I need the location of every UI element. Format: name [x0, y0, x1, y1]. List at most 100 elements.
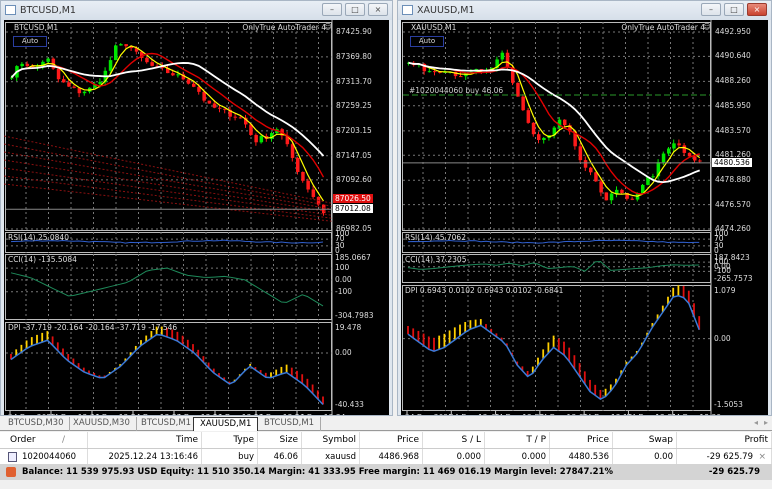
candle: [677, 143, 681, 146]
candle: [500, 52, 505, 60]
close-order-icon[interactable]: ×: [758, 449, 766, 465]
time-axis-label: 24 Dec 13:05: [538, 413, 588, 415]
price-axis-label: 87203.15: [336, 125, 372, 135]
candle: [667, 148, 671, 154]
candle: [698, 160, 702, 162]
candle: [604, 192, 609, 201]
candle: [108, 60, 113, 71]
btcusd-chart-window[interactable]: BTCUSD,M1 – □ × 87425.90 87369.80 87313.70…: [0, 0, 393, 416]
chart-tabs: BTCUSD,M30 XAUUSD,M30 BTCUSD,M1 XAUUSD,M…: [0, 416, 772, 431]
row-cell-5: 4486.968: [360, 449, 423, 464]
column-header-0[interactable]: Order: [0, 432, 88, 448]
scroll-right-icon[interactable]: ▸: [764, 418, 768, 427]
dpi-axis-label: -40.433: [335, 400, 364, 409]
time-axis-label: 24 Dec 13:34: [295, 413, 345, 415]
candle: [537, 134, 541, 140]
row-cell-9: 0.00: [613, 449, 677, 464]
tab-xauusd-m30[interactable]: XAUUSD,M30: [67, 417, 137, 431]
xauusd-chart-window[interactable]: XAUUSD,M1 – □ × 4492.950 4490.640 4488.260…: [397, 0, 772, 416]
auto-trading-button[interactable]: Auto: [13, 36, 47, 47]
window-title-bar[interactable]: BTCUSD,M1 – □ ×: [1, 1, 392, 20]
time-axis-label: 24 Dec 12:57: [494, 413, 544, 415]
column-header-1[interactable]: Time: [88, 432, 202, 448]
candle: [56, 68, 61, 80]
tab-xauusd-m1[interactable]: XAUUSD,M1: [193, 417, 259, 431]
table-row[interactable]: 1020044060 2025.12.24 13:16:46 buy 46.06 xau…: [0, 449, 772, 465]
candle: [682, 145, 687, 153]
column-header-9[interactable]: Swap: [613, 432, 677, 448]
trade-history-line: [4, 135, 333, 204]
candle: [150, 62, 154, 66]
price-axis-label: 4476.570: [715, 199, 751, 209]
candle: [119, 44, 123, 46]
minimize-button[interactable]: –: [322, 3, 342, 16]
row-cell-6: 0.000: [423, 449, 485, 464]
candle: [238, 117, 243, 119]
column-header-3[interactable]: Size: [258, 432, 302, 448]
time-axis-label: 24 Dec 2025: [405, 413, 453, 415]
cci-label: CCI(14) 37.2305: [405, 255, 467, 264]
candle: [259, 136, 264, 143]
column-header-4[interactable]: Symbol: [302, 432, 360, 448]
chart-area[interactable]: 4492.950 4490.640 4488.260 4485.950 4483.570…: [401, 20, 768, 415]
sort-indicator: /: [62, 435, 66, 445]
candle: [459, 76, 463, 78]
candle: [82, 91, 87, 94]
order-line-label: #1020044060 buy 46.06: [409, 86, 504, 96]
candle: [615, 189, 619, 194]
column-header-7[interactable]: T / P: [485, 432, 550, 448]
row-cell-4: xauusd: [302, 449, 360, 464]
scroll-left-icon[interactable]: ◂: [754, 418, 758, 427]
price-axis-label: 4478.880: [715, 175, 751, 185]
current-price-tag: 87012.08: [333, 204, 373, 214]
time-axis-label: 24 Dec 13:21: [626, 413, 676, 415]
dpi-line: [407, 294, 700, 400]
price-axis-label: 4485.950: [715, 100, 751, 110]
price-axis-label: 87259.25: [336, 100, 372, 110]
candle: [578, 146, 583, 161]
rsi-label: RSI(14) 25.0840: [8, 233, 69, 242]
candle: [67, 82, 71, 87]
tab-btcusd-m1-2[interactable]: BTCUSD,M1: [258, 417, 322, 431]
balance-row: Balance: 11 539 975.93 USD Equity: 11 51…: [0, 464, 772, 480]
candle: [609, 193, 614, 201]
time-axis-label: 24 Dec 12:49: [449, 413, 499, 415]
cci-axis-label: -265.7573: [714, 274, 753, 283]
bid-price-tag: 87026.50: [333, 194, 373, 204]
candle: [171, 73, 175, 76]
trade-table: Order Time Type Size Symbol Price S / LT / P Pr…: [0, 432, 772, 465]
column-header-8[interactable]: Price: [550, 432, 613, 448]
candle: [311, 189, 316, 197]
close-button[interactable]: ×: [747, 3, 767, 16]
close-button[interactable]: ×: [368, 3, 388, 16]
trade-history-line: [4, 151, 333, 210]
maximize-button[interactable]: □: [345, 3, 365, 16]
cci-axis-label: 100: [335, 263, 350, 273]
column-header-10[interactable]: Profit: [677, 432, 772, 448]
column-header-6[interactable]: S / L: [423, 432, 485, 448]
tab-btcusd-m1[interactable]: BTCUSD,M1: [135, 417, 199, 431]
chart-area[interactable]: 87425.90 87369.80 87313.70 87259.25 87203.15…: [4, 20, 389, 415]
dpi-axis-label: 0.00: [714, 333, 731, 343]
column-header-5[interactable]: Price: [360, 432, 423, 448]
dpi-axis-label: 1.079: [714, 286, 736, 295]
expert-advisor-label: OnlyTrue AutoTrader 4: [242, 23, 326, 32]
auto-trading-button[interactable]: Auto: [410, 36, 444, 47]
tab-btcusd-m30[interactable]: BTCUSD,M30: [2, 417, 71, 431]
minimize-button[interactable]: –: [701, 3, 721, 16]
price-axis-label: 4483.570: [715, 125, 751, 135]
expert-smiley-icon: ☺: [703, 22, 711, 31]
price-axis-label: 87313.70: [336, 76, 372, 86]
candle: [25, 63, 30, 67]
candle: [207, 100, 212, 104]
cci-label: CCI(14) -135.5084: [8, 255, 77, 264]
cci-axis-label: -100: [335, 286, 353, 296]
maximize-button[interactable]: □: [724, 3, 744, 16]
cci-axis-label: -304.7983: [335, 311, 374, 320]
window-title-bar[interactable]: XAUUSD,M1 – □ ×: [398, 1, 771, 20]
order-icon: [8, 452, 17, 462]
column-header-2[interactable]: Type: [202, 432, 258, 448]
candle: [192, 83, 196, 87]
candle: [630, 198, 635, 200]
candle: [306, 180, 310, 190]
